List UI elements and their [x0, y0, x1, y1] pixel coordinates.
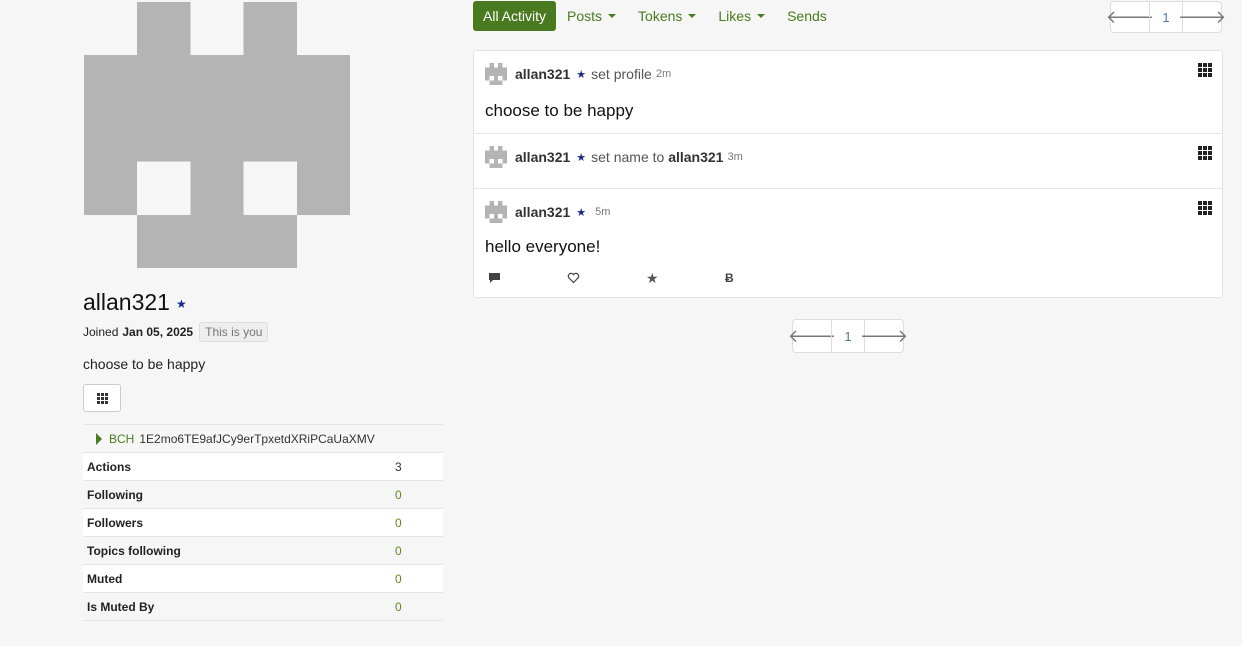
profile-bio: choose to be happy — [83, 356, 206, 372]
stats-label: Muted — [83, 564, 391, 593]
activity-feed: allan321 ★ set profile 2m choose to be h… — [473, 50, 1223, 298]
stats-label: Topics following — [83, 536, 391, 565]
stats-value: 3 — [391, 453, 443, 481]
arrow-left-icon: 🡐 — [787, 325, 837, 346]
post-body: choose to be happy — [485, 101, 634, 120]
tab-posts[interactable]: Posts — [556, 1, 627, 31]
user-avatar[interactable] — [485, 63, 507, 85]
feed-item: allan321 ★ set name to allan321 3m — [474, 134, 1222, 189]
stats-row-following[interactable]: Following 0 — [83, 480, 443, 509]
star-icon: ★ — [576, 68, 587, 81]
prev-page-button[interactable]: 🡐 — [1106, 2, 1154, 32]
profile-name-text: allan321 — [83, 289, 170, 315]
grid-icon[interactable] — [1198, 63, 1212, 77]
star-icon: ★ — [576, 151, 587, 164]
tab-label: Sends — [787, 8, 827, 24]
tab-all-activity[interactable]: All Activity — [473, 1, 557, 31]
post-body: hello everyone! — [485, 237, 601, 256]
tab-label: Posts — [567, 8, 603, 24]
timestamp[interactable]: 3m — [727, 151, 742, 163]
caret-down-icon — [757, 14, 766, 18]
pagination-top: 🡐 1 🡒 — [1106, 1, 1226, 33]
stats-value-link[interactable]: 0 — [391, 508, 443, 537]
reply-button[interactable] — [488, 271, 567, 285]
stats-value-link[interactable]: 0 — [391, 536, 443, 565]
user-avatar[interactable] — [485, 146, 507, 168]
joined-info: Joined Jan 05, 2025 This is you — [83, 322, 269, 342]
favorite-button[interactable]: ★ — [646, 269, 725, 286]
tab-sends[interactable]: Sends — [776, 1, 838, 31]
feed-item: allan321 ★ 5m hello everyone! ★ Ƀ — [474, 189, 1222, 297]
grid-icon[interactable] — [1198, 201, 1212, 215]
feed-item: allan321 ★ set profile 2m choose to be h… — [474, 51, 1222, 134]
username-link[interactable]: allan321 — [515, 149, 570, 165]
timestamp[interactable]: 2m — [656, 68, 671, 80]
grid-icon — [96, 392, 108, 404]
action-text: set profile — [591, 66, 652, 82]
star-icon: ★ — [576, 206, 587, 219]
tip-button[interactable]: Ƀ — [725, 271, 804, 285]
wallet-address: 1E2mo6TE9afJCy9erTpxetdXRiPCaUaXMV — [139, 431, 375, 446]
profile-avatar — [84, 2, 350, 268]
star-icon: ★ — [175, 296, 187, 311]
joined-date: Jan 05, 2025 — [122, 325, 194, 339]
joined-label: Joined — [83, 325, 119, 339]
like-button[interactable] — [567, 271, 646, 285]
caret-down-icon — [688, 14, 697, 18]
this-is-you-badge: This is you — [199, 322, 269, 342]
tab-likes[interactable]: Likes — [707, 1, 776, 31]
stats-row-actions: Actions 3 — [83, 453, 443, 481]
heart-icon — [567, 272, 580, 284]
pagination-bottom: 🡐 1 🡒 — [788, 319, 908, 353]
post-actions: ★ Ƀ — [474, 269, 1222, 297]
username-link[interactable]: allan321 — [515, 204, 570, 220]
tab-label: All Activity — [483, 8, 547, 24]
stats-row-is-muted-by[interactable]: Is Muted By 0 — [83, 592, 443, 621]
prev-page-button[interactable]: 🡐 — [788, 320, 836, 352]
stats-label: Following — [83, 480, 391, 509]
profile-stats-table: Actions 3 Following 0 Followers 0 Topics… — [83, 453, 443, 621]
username-link[interactable]: allan321 — [515, 66, 570, 82]
comment-icon — [489, 273, 500, 283]
arrow-right-icon: 🡒 — [1177, 6, 1227, 27]
stats-label: Followers — [83, 508, 391, 537]
tab-label: Likes — [718, 8, 752, 24]
activity-tabs: All Activity Posts Tokens Likes Sends — [473, 1, 838, 31]
stats-value-link[interactable]: 0 — [391, 592, 443, 621]
qr-code-button[interactable] — [83, 384, 121, 412]
tab-label: Tokens — [638, 8, 683, 24]
next-page-button[interactable]: 🡒 — [1178, 2, 1226, 32]
timestamp[interactable]: 5m — [595, 206, 610, 218]
grid-icon[interactable] — [1198, 146, 1212, 160]
stats-row-followers[interactable]: Followers 0 — [83, 508, 443, 537]
feed-item-header: allan321 ★ set name to allan321 3m — [474, 134, 1222, 188]
star-icon: ★ — [646, 269, 659, 286]
action-target: allan321 — [668, 149, 724, 165]
arrow-left-icon: 🡐 — [1105, 6, 1155, 27]
wallet-address-row[interactable]: BCH 1E2mo6TE9afJCy9erTpxetdXRiPCaUaXMV — [83, 424, 443, 453]
stats-value-link[interactable]: 0 — [391, 564, 443, 593]
wallet-coin: BCH — [109, 431, 135, 446]
bitcoin-icon: Ƀ — [725, 271, 734, 285]
action-text: set name to allan321 — [591, 149, 723, 165]
profile-name: allan321 ★ — [83, 289, 187, 316]
tab-tokens[interactable]: Tokens — [627, 1, 707, 31]
caret-right-icon — [96, 432, 102, 445]
stats-label: Actions — [83, 453, 391, 481]
stats-label: Is Muted By — [83, 592, 391, 621]
caret-down-icon — [608, 14, 617, 18]
feed-item-header: allan321 ★ 5m — [474, 189, 1222, 223]
feed-item-header: allan321 ★ set profile 2m — [474, 51, 1222, 85]
stats-row-topics-following[interactable]: Topics following 0 — [83, 536, 443, 565]
user-avatar[interactable] — [485, 201, 507, 223]
arrow-right-icon: 🡒 — [859, 325, 909, 346]
next-page-button[interactable]: 🡒 — [860, 320, 908, 352]
stats-value-link[interactable]: 0 — [391, 480, 443, 509]
action-prefix: set name to — [591, 149, 665, 165]
stats-row-muted[interactable]: Muted 0 — [83, 564, 443, 593]
